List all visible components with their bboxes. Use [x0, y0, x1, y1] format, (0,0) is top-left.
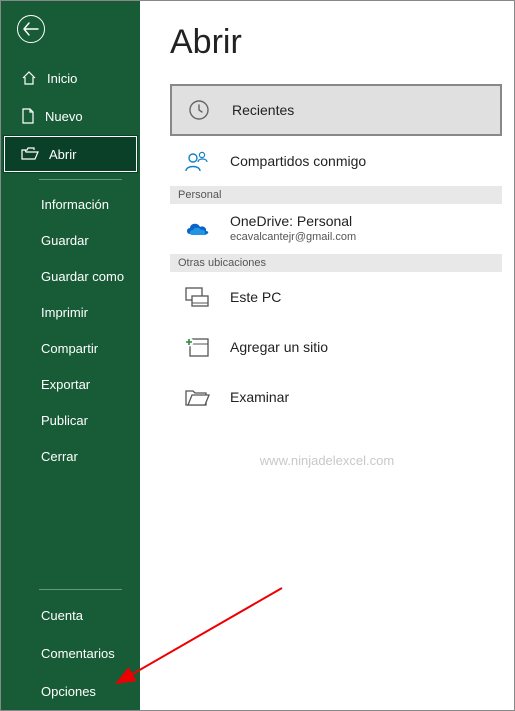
clock-icon: [187, 98, 211, 122]
nav-imprimir[interactable]: Imprimir: [1, 294, 140, 330]
nav-label: Cerrar: [41, 449, 78, 464]
new-icon: [21, 108, 35, 124]
nav-inicio[interactable]: Inicio: [1, 59, 140, 97]
nav-exportar[interactable]: Exportar: [1, 366, 140, 402]
nav-cuenta[interactable]: Cuenta: [1, 596, 140, 634]
nav-guardar[interactable]: Guardar: [1, 222, 140, 258]
row-examinar[interactable]: Examinar: [170, 372, 502, 422]
nav-label: Publicar: [41, 413, 88, 428]
row-sublabel: ecavalcantejr@gmail.com: [230, 231, 356, 245]
sidebar-spacer: [1, 474, 140, 583]
nav-label: Información: [41, 197, 109, 212]
row-recientes[interactable]: Recientes: [170, 84, 502, 136]
nav-opciones[interactable]: Opciones: [1, 672, 140, 710]
separator: [39, 179, 122, 180]
row-label: Compartidos conmigo: [230, 153, 366, 169]
nav-label: Guardar: [41, 233, 89, 248]
sidebar: Inicio Nuevo Abrir Información Guardar G…: [1, 1, 140, 710]
sidebar-bottom: Cuenta Comentarios Opciones: [1, 596, 140, 710]
nav-label: Imprimir: [41, 305, 88, 320]
open-locations: Recientes Compartidos conmigo Personal: [170, 84, 502, 422]
section-header-personal: Personal: [170, 186, 502, 204]
row-onedrive[interactable]: OneDrive: Personal ecavalcantejr@gmail.c…: [170, 204, 502, 254]
nav-compartir[interactable]: Compartir: [1, 330, 140, 366]
browse-icon: [184, 387, 210, 407]
row-estepc[interactable]: Este PC: [170, 272, 502, 322]
nav-label: Nuevo: [45, 109, 83, 124]
nav-label: Cuenta: [41, 608, 83, 623]
nav-abrir[interactable]: Abrir: [3, 135, 138, 173]
thispc-icon: [184, 286, 210, 308]
section-header-otras: Otras ubicaciones: [170, 254, 502, 272]
onedrive-icon: [184, 220, 210, 238]
nav-publicar[interactable]: Publicar: [1, 402, 140, 438]
separator: [39, 589, 122, 590]
nav-nuevo[interactable]: Nuevo: [1, 97, 140, 135]
nav-label: Guardar como: [41, 269, 124, 284]
row-compartidos[interactable]: Compartidos conmigo: [170, 136, 502, 186]
row-label: Recientes: [232, 102, 294, 118]
addsite-icon: [184, 336, 210, 358]
app-window: Inicio Nuevo Abrir Información Guardar G…: [0, 0, 515, 711]
nav-comentarios[interactable]: Comentarios: [1, 634, 140, 672]
nav-label: Opciones: [41, 684, 96, 699]
row-agregar-sitio[interactable]: Agregar un sitio: [170, 322, 502, 372]
row-label: Agregar un sitio: [230, 339, 328, 355]
home-icon: [21, 70, 37, 86]
nav-label: Comentarios: [41, 646, 115, 661]
row-label: OneDrive: Personal: [230, 213, 356, 231]
nav-guardar-como[interactable]: Guardar como: [1, 258, 140, 294]
row-label: Examinar: [230, 389, 289, 405]
nav-label: Inicio: [47, 71, 77, 86]
open-icon: [21, 147, 39, 161]
main-panel: Abrir Recientes Compartidos conmig: [140, 1, 514, 710]
back-button[interactable]: [17, 15, 45, 43]
row-label: Este PC: [230, 289, 281, 305]
nav-label: Abrir: [49, 147, 76, 162]
nav-label: Exportar: [41, 377, 90, 392]
nav-informacion[interactable]: Información: [1, 186, 140, 222]
nav-cerrar[interactable]: Cerrar: [1, 438, 140, 474]
shared-icon: [184, 150, 210, 172]
nav-label: Compartir: [41, 341, 98, 356]
back-arrow-icon: [23, 22, 39, 36]
page-title: Abrir: [170, 23, 502, 62]
watermark: www.ninjadelexcel.com: [140, 453, 514, 468]
